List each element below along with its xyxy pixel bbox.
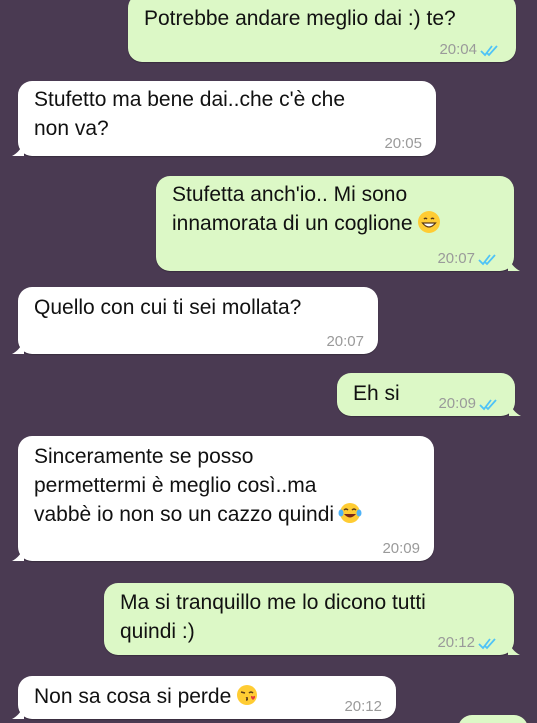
message-meta: 20:12	[437, 634, 500, 651]
bubble-tail	[12, 340, 24, 354]
message-meta: 20:07	[437, 250, 500, 267]
message-time: 20:05	[384, 135, 422, 152]
message-text: Stufetto ma bene dai..che c'è che non va…	[34, 88, 346, 140]
message-meta: 20:07	[326, 333, 364, 350]
message-bubble-outgoing[interactable]: Eh si 20:09	[337, 373, 521, 416]
double-check-icon	[480, 44, 498, 56]
message-time: 20:07	[437, 250, 475, 267]
bubble-tail	[509, 402, 521, 416]
message-bubble-incoming[interactable]: Quello con cui ti sei mollata? 20:07	[12, 287, 378, 354]
message-bubble-outgoing[interactable]: Potrebbe andare meglio dai :) te? 20:04	[128, 0, 516, 62]
bubble-tail	[508, 641, 520, 655]
grin-emoji-icon	[417, 211, 440, 233]
message-time: 20:09	[382, 540, 420, 557]
message-text-content: Sinceramente se posso permettermi è megl…	[34, 445, 335, 526]
message-time: 20:09	[438, 395, 476, 412]
message-text: Quello con cui ti sei mollata?	[34, 296, 302, 319]
double-check-icon	[479, 398, 497, 410]
message-text: Potrebbe andare meglio dai :) te?	[144, 7, 456, 30]
bubble-tail	[12, 547, 24, 561]
message-text: Non sa cosa si perde	[34, 682, 380, 711]
message-text: Stufetta anch'io.. Mi sono innamorata di…	[172, 180, 498, 238]
bubble-tail	[12, 142, 24, 156]
message-meta: 20:04	[439, 41, 502, 58]
message-time: 20:04	[439, 41, 477, 58]
chat-thread[interactable]: Potrebbe andare meglio dai :) te? 20:04 …	[0, 0, 537, 723]
bubble-tail	[12, 705, 24, 719]
message-meta: 20:09	[438, 395, 501, 412]
message-bubble-outgoing[interactable]: Stufetta anch'io.. Mi sono innamorata di…	[156, 176, 520, 271]
tears-of-joy-emoji-icon	[338, 503, 362, 523]
message-text-content: Stufetta anch'io.. Mi sono innamorata di…	[172, 183, 413, 235]
message-time: 20:07	[326, 333, 364, 350]
message-time: 20:12	[437, 634, 475, 651]
message-time: 20:12	[344, 698, 382, 715]
message-bubble-outgoing-partial[interactable]	[458, 715, 528, 723]
message-meta: 20:09	[382, 540, 420, 557]
bubble-tail	[508, 257, 520, 271]
message-bubble-outgoing[interactable]: Ma si tranquillo me lo dicono tutti quin…	[104, 583, 520, 655]
message-bubble-incoming[interactable]: Stufetto ma bene dai..che c'è che non va…	[12, 81, 436, 156]
message-meta: 20:12	[344, 698, 382, 715]
message-bubble-incoming[interactable]: Non sa cosa si perde 20:12	[12, 676, 396, 719]
kiss-emoji-icon	[237, 685, 258, 705]
message-meta: 20:05	[384, 135, 422, 152]
message-text-content: Non sa cosa si perde	[34, 685, 232, 708]
message-text: Sinceramente se posso permettermi è megl…	[34, 442, 418, 529]
message-bubble-incoming[interactable]: Sinceramente se posso permettermi è megl…	[12, 436, 434, 561]
double-check-icon	[478, 637, 496, 649]
double-check-icon	[478, 253, 496, 265]
